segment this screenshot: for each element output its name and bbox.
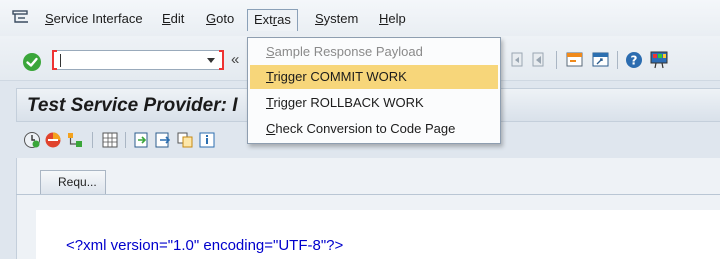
svg-text:?: ? — [631, 54, 638, 68]
toolbar-separator — [617, 51, 618, 69]
enter-checkmark-icon[interactable] — [21, 51, 43, 73]
menu-help[interactable]: Help — [373, 9, 412, 28]
collapse-command-field-icon[interactable]: « — [231, 51, 239, 68]
stop-icon[interactable] — [44, 131, 62, 149]
menu-extras[interactable]: Extras — [247, 9, 298, 31]
help-icon[interactable]: ? — [624, 50, 644, 70]
chevron-down-icon[interactable] — [207, 58, 215, 63]
page-title: Test Service Provider: I — [27, 95, 238, 116]
first-page-icon[interactable] — [508, 50, 528, 70]
menu-item-check-conversion[interactable]: Check Conversion to Code Page — [250, 117, 498, 141]
import-icon[interactable] — [133, 131, 151, 149]
new-session-icon[interactable] — [565, 50, 585, 70]
hierarchy-icon[interactable] — [66, 131, 84, 149]
grid-icon[interactable] — [101, 131, 119, 149]
text-caret — [60, 54, 61, 67]
previous-page-icon[interactable] — [529, 50, 549, 70]
shortcut-icon[interactable] — [591, 50, 611, 70]
extras-dropdown-menu: Sample Response Payload Trigger COMMIT W… — [247, 37, 501, 144]
menu-item-trigger-rollback-work[interactable]: Trigger ROLLBACK WORK — [250, 91, 498, 115]
focus-bracket-left — [52, 50, 57, 70]
export-icon[interactable] — [154, 131, 172, 149]
sap-menu-icon[interactable] — [12, 10, 30, 26]
toolbar-separator — [125, 132, 126, 148]
menu-edit[interactable]: Edit — [156, 9, 190, 28]
command-field[interactable] — [52, 50, 224, 70]
menu-goto[interactable]: Goto — [200, 9, 240, 28]
menu-item-sample-response-payload[interactable]: Sample Response Payload — [250, 40, 498, 64]
menu-service-interface[interactable]: Service Interface — [39, 9, 149, 28]
focus-bracket-right — [219, 50, 224, 70]
menu-item-trigger-commit-work[interactable]: Trigger COMMIT WORK — [250, 65, 498, 89]
execute-clock-icon[interactable] — [23, 131, 41, 149]
xml-declaration-line: <?xml version="1.0" encoding="UTF-8"?> — [66, 237, 344, 254]
tab-underline — [16, 194, 720, 195]
info-icon[interactable] — [198, 131, 216, 149]
tab-request[interactable]: Requ... — [40, 170, 106, 194]
copy-icon[interactable] — [176, 131, 194, 149]
tab-request-label: Requ... — [58, 175, 97, 189]
customize-layout-icon[interactable] — [649, 50, 669, 70]
toolbar-separator — [92, 132, 93, 148]
toolbar-separator — [556, 51, 557, 69]
menu-system[interactable]: System — [309, 9, 364, 28]
